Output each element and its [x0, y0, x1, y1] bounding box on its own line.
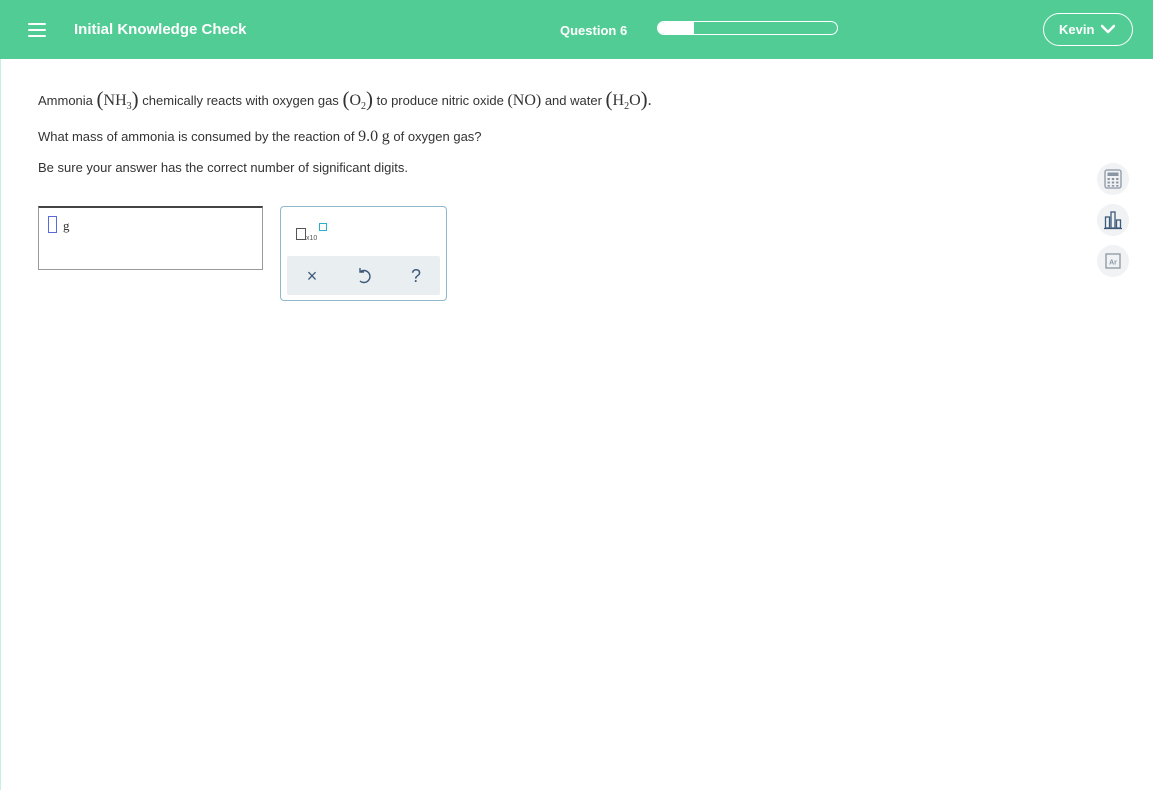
progress-bar — [657, 21, 838, 35]
user-menu-button[interactable]: Kevin — [1043, 13, 1133, 46]
no-formula: (NO) — [507, 92, 542, 109]
user-name: Kevin — [1059, 22, 1095, 37]
calculator-button[interactable] — [1097, 163, 1129, 195]
content-edge — [0, 59, 1, 790]
scientific-notation-button[interactable]: x10 — [295, 221, 329, 245]
progress-bar-fill — [658, 22, 694, 34]
produce-text: to produce nitric oxide — [376, 93, 504, 108]
help-button[interactable]: ? — [405, 265, 427, 287]
periodic-table-icon: Ar — [1105, 253, 1121, 269]
mantissa-box-icon — [296, 228, 306, 240]
ammonia-word: Ammonia — [38, 93, 93, 108]
times-ten-label: x10 — [306, 235, 318, 242]
period: . — [647, 92, 652, 109]
h2o-formula: H2O — [612, 92, 641, 113]
reacts-text: chemically reacts with oxygen gas — [142, 93, 339, 108]
question-label: Question 6 — [560, 23, 628, 38]
oxygen-mass-unit: g — [381, 128, 390, 145]
chevron-down-icon — [1101, 24, 1115, 34]
calculator-icon — [1104, 169, 1122, 189]
top-bar: Initial Knowledge Check Question 6 Kevin — [0, 0, 1153, 59]
answer-input[interactable]: g — [38, 206, 263, 270]
oxygen-mass-value: 9.0 — [358, 128, 379, 145]
answer-entry-slot[interactable] — [48, 216, 57, 233]
o2-formula: O2 — [349, 92, 366, 113]
help-icon: ? — [410, 266, 421, 286]
undo-icon — [359, 268, 371, 284]
exponent-box-icon — [319, 223, 327, 231]
question-statement: Ammonia (NH3) chemically reacts with oxy… — [38, 87, 652, 113]
sig-fig-instruction: Be sure your answer has the correct numb… — [38, 160, 408, 175]
undo-button[interactable] — [353, 265, 375, 287]
periodic-table-button[interactable]: Ar — [1097, 245, 1129, 277]
data-chart-button[interactable] — [1097, 204, 1129, 236]
math-tool-panel: x10 × ? — [280, 206, 447, 301]
answer-unit: g — [63, 218, 70, 233]
bar-chart-icon — [1104, 211, 1122, 230]
periodic-symbol: Ar — [1109, 260, 1117, 267]
and-water-text: and water — [544, 93, 602, 108]
nh3-formula: NH3 — [103, 92, 132, 113]
question-prompt: What mass of ammonia is consumed by the … — [38, 128, 482, 145]
clear-button[interactable]: × — [301, 265, 323, 287]
tool-action-bar: × ? — [287, 256, 440, 295]
close-icon: × — [306, 266, 318, 286]
menu-icon[interactable] — [26, 19, 48, 41]
page-title: Initial Knowledge Check — [74, 21, 247, 38]
